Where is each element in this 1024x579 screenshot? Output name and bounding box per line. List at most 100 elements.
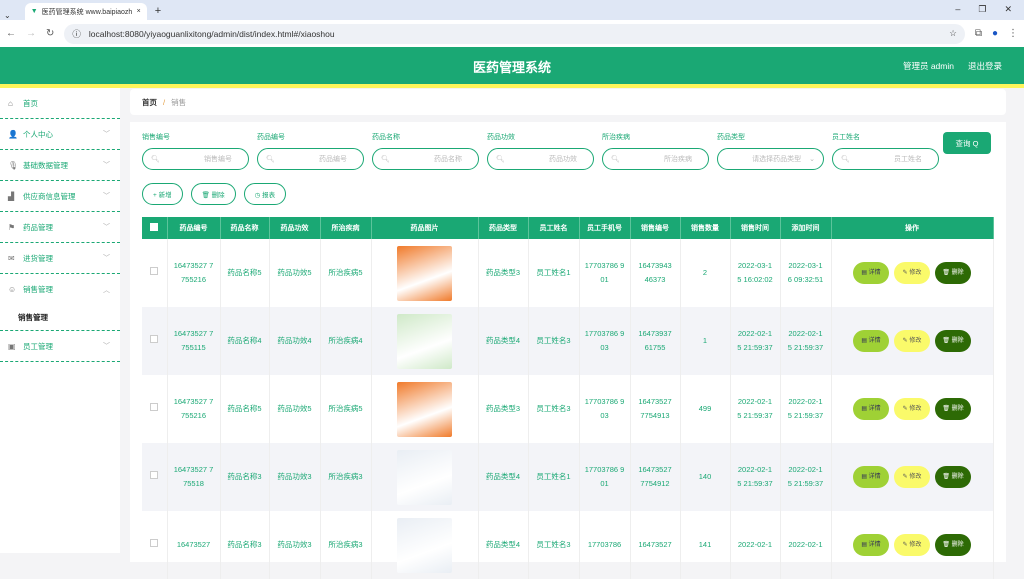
detail-button[interactable]: ▤ 详情 [853,262,889,284]
url-input[interactable]: ⓘ localhost:8080/yiyaoguanlixitong/admin… [64,24,964,44]
row-delete-button[interactable]: 🗑 删除 [935,330,971,352]
row-checkbox[interactable] [150,335,158,343]
breadcrumb-home[interactable]: 首页 [142,97,157,108]
menu-icon[interactable]: ⋮ [1008,28,1018,39]
employee-phone-cell: 17703786 903 [579,375,630,443]
filter-input[interactable]: 🔍︎销售编号 [142,148,249,170]
sale-quantity-cell: 141 [680,511,730,579]
select-all-checkbox[interactable] [150,223,158,231]
sidebar-item[interactable]: 🎙基础数据管理﹀ [0,150,120,181]
profile-icon[interactable]: ● [992,28,998,39]
detail-button[interactable]: ▤ 详情 [853,398,889,420]
row-checkbox[interactable] [150,471,158,479]
row-delete-button[interactable]: 🗑 删除 [935,262,971,284]
sale-id-cell: 16473527 7754912 [630,443,680,511]
star-icon[interactable]: ☆ [949,28,957,39]
filter-input[interactable]: 🔍︎药品名称 [372,148,479,170]
sidebar-item[interactable]: ✉进货管理﹀ [0,243,120,274]
row-checkbox-cell [142,307,167,375]
column-header: 销售时间 [730,217,780,239]
close-window-icon[interactable]: ✕ [1004,4,1012,15]
sidebar-item[interactable]: ⌂首页 [0,88,120,119]
row-checkbox[interactable] [150,539,158,547]
sidebar-item-label: 员工管理 [23,341,53,352]
filter-field: 所治疾病 🔍︎所治疾病 [602,132,709,170]
delete-button[interactable]: 🗑 删除 [191,183,236,205]
add-time-cell: 2022-02-1 5 21:59:37 [780,307,831,375]
forward-icon[interactable]: → [26,28,36,39]
chevron-down-icon: ﹀ [103,222,110,232]
edit-button[interactable]: ✎ 修改 [894,398,930,420]
add-time-cell: 2022-02-1 [780,511,831,579]
drug-name-cell: 药品名称5 [220,239,269,307]
drug-effect-cell: 药品功效3 [269,443,320,511]
drug-image-cell [371,511,478,579]
row-delete-button[interactable]: 🗑 删除 [935,466,971,488]
filter-placeholder: 药品编号 [319,154,347,164]
sidebar-item-label: 销售管理 [23,284,53,295]
filter-input[interactable]: 🔍︎所治疾病 [602,148,709,170]
tab-title: 医药管理系统 www.baipiaozh [42,7,133,17]
table-row: 16473527药品名称3药品功效3所治疾病3药品类型4员工姓名31770378… [142,511,993,579]
detail-button[interactable]: ▤ 详情 [853,330,889,352]
actions-cell: ▤ 详情✎ 修改🗑 删除 [831,511,993,579]
chevron-down-icon: ﹀ [103,129,110,139]
restore-icon[interactable]: ❐ [978,4,986,15]
query-button[interactable]: 查询 Q [943,132,991,154]
drug-image-cell [371,307,478,375]
close-tab-icon[interactable]: × [137,8,141,15]
sale-quantity-cell: 499 [680,375,730,443]
row-checkbox[interactable] [150,267,158,275]
filter-label: 所治疾病 [602,132,709,142]
drug-image [397,314,452,369]
filter-field: 药品名称 🔍︎药品名称 [372,132,479,170]
add-button[interactable]: + 新增 [142,183,183,205]
drug-id-cell: 16473527 [167,511,220,579]
add-time-cell: 2022-02-1 5 21:59:37 [780,375,831,443]
reload-icon[interactable]: ↻ [46,28,54,39]
sidebar-item[interactable]: ▣员工管理﹀ [0,331,120,362]
sidebar-item[interactable]: 👤个人中心﹀ [0,119,120,150]
search-icon: 🔍︎ [841,155,850,163]
filter-input[interactable]: 🔍︎药品功效 [487,148,594,170]
row-checkbox-cell [142,511,167,579]
row-delete-button[interactable]: 🗑 删除 [935,398,971,420]
actions-cell: ▤ 详情✎ 修改🗑 删除 [831,443,993,511]
actions-cell: ▤ 详情✎ 修改🗑 删除 [831,375,993,443]
search-icon: 🔍︎ [611,155,620,163]
tab-list-chevron-icon[interactable]: ⌄ [4,11,11,20]
back-icon[interactable]: ← [6,28,16,39]
sidebar-item[interactable]: ☺销售管理︿ [0,274,120,305]
filter-input[interactable]: 🔍︎员工姓名 [832,148,939,170]
briefcase-icon: ▣ [8,342,17,351]
employee-phone-cell: 17703786 901 [579,239,630,307]
edit-button[interactable]: ✎ 修改 [894,466,930,488]
drug-image [397,518,452,573]
column-header: 药品编号 [167,217,220,239]
sale-time-cell: 2022-02-1 5 21:59:37 [730,375,780,443]
edit-button[interactable]: ✎ 修改 [894,330,930,352]
filter-label: 销售编号 [142,132,249,142]
new-tab-icon[interactable]: + [155,5,161,20]
row-checkbox[interactable] [150,403,158,411]
smile-icon: ☺ [8,285,17,294]
report-button[interactable]: ◷ 报表 [244,183,286,205]
filter-input[interactable]: 请选择药品类型⌄ [717,148,824,170]
url-text: localhost:8080/yiyaoguanlixitong/admin/d… [89,29,335,39]
breadcrumb: 首页 / 销售 [130,89,1006,115]
minimize-icon[interactable]: – [955,4,960,15]
browser-tab[interactable]: ▼ 医药管理系统 www.baipiaozh × [25,3,147,20]
sale-time-cell: 2022-02-1 5 21:59:37 [730,443,780,511]
filter-input[interactable]: 🔍︎药品编号 [257,148,364,170]
sidebar-item[interactable]: ⚑药品管理﹀ [0,212,120,243]
column-header: 药品类型 [478,217,528,239]
logout-link[interactable]: 退出登录 [968,60,1002,72]
sidebar-subitem-sales[interactable]: 销售管理 [0,305,120,331]
drug-type-cell: 药品类型4 [478,307,528,375]
sidebar-item[interactable]: ▟供应商信息管理﹀ [0,181,120,212]
extensions-icon[interactable]: ⧉ [975,28,982,39]
detail-button[interactable]: ▤ 详情 [853,466,889,488]
employee-phone-cell: 17703786 [579,511,630,579]
filter-label: 药品名称 [372,132,479,142]
edit-button[interactable]: ✎ 修改 [894,262,930,284]
